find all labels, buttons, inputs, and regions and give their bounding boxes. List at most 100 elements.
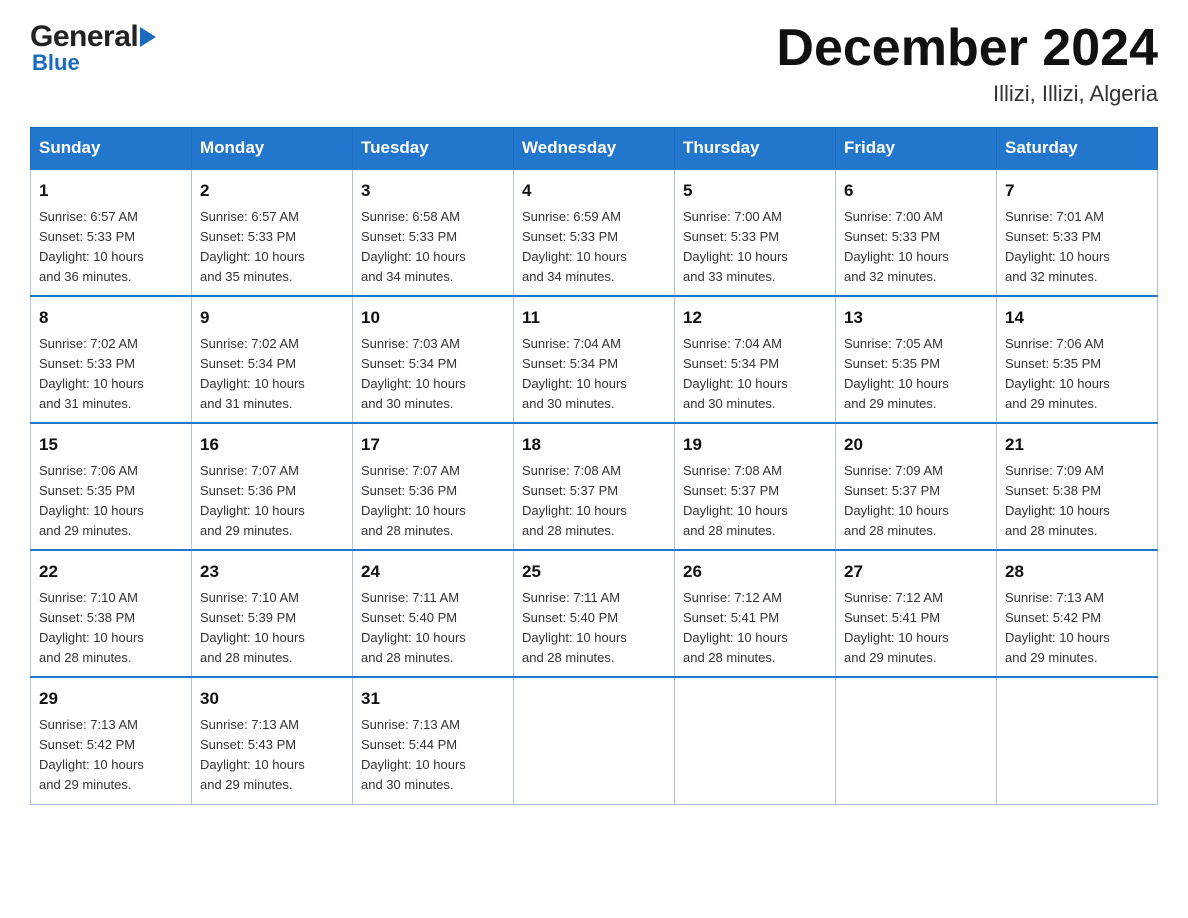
calendar-day-cell: 9 Sunrise: 7:02 AMSunset: 5:34 PMDaylight…	[192, 296, 353, 423]
calendar-day-cell: 29 Sunrise: 7:13 AMSunset: 5:42 PMDayligh…	[31, 677, 192, 804]
day-number: 24	[361, 559, 505, 585]
empty-cell	[514, 677, 675, 804]
location-title: Illizi, Illizi, Algeria	[776, 81, 1158, 107]
day-number: 29	[39, 686, 183, 712]
calendar-day-cell: 3 Sunrise: 6:58 AMSunset: 5:33 PMDaylight…	[353, 169, 514, 296]
day-number: 27	[844, 559, 988, 585]
day-number: 3	[361, 178, 505, 204]
day-number: 6	[844, 178, 988, 204]
day-number: 8	[39, 305, 183, 331]
day-info: Sunrise: 6:59 AMSunset: 5:33 PMDaylight:…	[522, 207, 666, 288]
calendar-week-row: 1 Sunrise: 6:57 AMSunset: 5:33 PMDaylight…	[31, 169, 1158, 296]
calendar-week-row: 22 Sunrise: 7:10 AMSunset: 5:38 PMDayligh…	[31, 550, 1158, 677]
day-number: 28	[1005, 559, 1149, 585]
calendar-day-cell: 26 Sunrise: 7:12 AMSunset: 5:41 PMDayligh…	[675, 550, 836, 677]
day-number: 26	[683, 559, 827, 585]
day-info: Sunrise: 7:06 AMSunset: 5:35 PMDaylight:…	[1005, 334, 1149, 415]
day-info: Sunrise: 6:58 AMSunset: 5:33 PMDaylight:…	[361, 207, 505, 288]
column-header-sunday: Sunday	[31, 128, 192, 170]
logo: General Blue	[30, 20, 158, 76]
day-info: Sunrise: 7:10 AMSunset: 5:38 PMDaylight:…	[39, 588, 183, 669]
calendar-day-cell: 25Sunrise: 7:11 AMSunset: 5:40 PMDayligh…	[514, 550, 675, 677]
calendar-week-row: 29 Sunrise: 7:13 AMSunset: 5:42 PMDayligh…	[31, 677, 1158, 804]
day-info: Sunrise: 7:04 AMSunset: 5:34 PMDaylight:…	[522, 334, 666, 415]
calendar-day-cell: 2 Sunrise: 6:57 AMSunset: 5:33 PMDaylight…	[192, 169, 353, 296]
day-info: Sunrise: 7:12 AMSunset: 5:41 PMDaylight:…	[844, 588, 988, 669]
logo-blue-text: Blue	[32, 50, 80, 76]
column-header-wednesday: Wednesday	[514, 128, 675, 170]
calendar-day-cell: 18 Sunrise: 7:08 AMSunset: 5:37 PMDayligh…	[514, 423, 675, 550]
calendar-day-cell: 22 Sunrise: 7:10 AMSunset: 5:38 PMDayligh…	[31, 550, 192, 677]
calendar-day-cell: 30Sunrise: 7:13 AMSunset: 5:43 PMDayligh…	[192, 677, 353, 804]
day-info: Sunrise: 6:57 AMSunset: 5:33 PMDaylight:…	[39, 207, 183, 288]
day-number: 18	[522, 432, 666, 458]
page-header: General Blue December 2024 Illizi, Illiz…	[30, 20, 1158, 107]
calendar-day-cell: 19 Sunrise: 7:08 AMSunset: 5:37 PMDayligh…	[675, 423, 836, 550]
day-number: 1	[39, 178, 183, 204]
column-header-monday: Monday	[192, 128, 353, 170]
calendar-day-cell: 6 Sunrise: 7:00 AMSunset: 5:33 PMDaylight…	[836, 169, 997, 296]
column-header-tuesday: Tuesday	[353, 128, 514, 170]
calendar-day-cell: 7 Sunrise: 7:01 AMSunset: 5:33 PMDaylight…	[997, 169, 1158, 296]
day-info: Sunrise: 7:08 AMSunset: 5:37 PMDaylight:…	[522, 461, 666, 542]
day-number: 21	[1005, 432, 1149, 458]
calendar-day-cell: 16 Sunrise: 7:07 AMSunset: 5:36 PMDayligh…	[192, 423, 353, 550]
day-number: 9	[200, 305, 344, 331]
calendar-day-cell: 24 Sunrise: 7:11 AMSunset: 5:40 PMDayligh…	[353, 550, 514, 677]
day-info: Sunrise: 7:02 AMSunset: 5:34 PMDaylight:…	[200, 334, 344, 415]
calendar-table: SundayMondayTuesdayWednesdayThursdayFrid…	[30, 127, 1158, 804]
calendar-day-cell: 1 Sunrise: 6:57 AMSunset: 5:33 PMDaylight…	[31, 169, 192, 296]
day-info: Sunrise: 7:00 AMSunset: 5:33 PMDaylight:…	[683, 207, 827, 288]
calendar-day-cell: 27 Sunrise: 7:12 AMSunset: 5:41 PMDayligh…	[836, 550, 997, 677]
logo-general-text: General	[30, 20, 138, 54]
day-number: 22	[39, 559, 183, 585]
day-info: Sunrise: 6:57 AMSunset: 5:33 PMDaylight:…	[200, 207, 344, 288]
empty-cell	[836, 677, 997, 804]
day-number: 12	[683, 305, 827, 331]
day-number: 13	[844, 305, 988, 331]
day-info: Sunrise: 7:09 AMSunset: 5:38 PMDaylight:…	[1005, 461, 1149, 542]
day-info: Sunrise: 7:12 AMSunset: 5:41 PMDaylight:…	[683, 588, 827, 669]
day-info: Sunrise: 7:09 AMSunset: 5:37 PMDaylight:…	[844, 461, 988, 542]
calendar-day-cell: 14 Sunrise: 7:06 AMSunset: 5:35 PMDayligh…	[997, 296, 1158, 423]
day-info: Sunrise: 7:04 AMSunset: 5:34 PMDaylight:…	[683, 334, 827, 415]
day-number: 11	[522, 305, 666, 331]
calendar-week-row: 15Sunrise: 7:06 AMSunset: 5:35 PMDayligh…	[31, 423, 1158, 550]
day-number: 17	[361, 432, 505, 458]
calendar-day-cell: 17 Sunrise: 7:07 AMSunset: 5:36 PMDayligh…	[353, 423, 514, 550]
day-info: Sunrise: 7:08 AMSunset: 5:37 PMDaylight:…	[683, 461, 827, 542]
column-header-thursday: Thursday	[675, 128, 836, 170]
day-number: 19	[683, 432, 827, 458]
day-number: 5	[683, 178, 827, 204]
day-info: Sunrise: 7:07 AMSunset: 5:36 PMDaylight:…	[361, 461, 505, 542]
day-number: 30	[200, 686, 344, 712]
day-number: 2	[200, 178, 344, 204]
empty-cell	[675, 677, 836, 804]
month-title: December 2024	[776, 20, 1158, 77]
column-header-saturday: Saturday	[997, 128, 1158, 170]
day-info: Sunrise: 7:05 AMSunset: 5:35 PMDaylight:…	[844, 334, 988, 415]
logo-line1: General	[30, 20, 158, 54]
day-info: Sunrise: 7:11 AMSunset: 5:40 PMDaylight:…	[361, 588, 505, 669]
day-info: Sunrise: 7:11 AMSunset: 5:40 PMDaylight:…	[522, 588, 666, 669]
day-number: 23	[200, 559, 344, 585]
day-number: 16	[200, 432, 344, 458]
day-info: Sunrise: 7:02 AMSunset: 5:33 PMDaylight:…	[39, 334, 183, 415]
day-info: Sunrise: 7:07 AMSunset: 5:36 PMDaylight:…	[200, 461, 344, 542]
calendar-day-cell: 12 Sunrise: 7:04 AMSunset: 5:34 PMDayligh…	[675, 296, 836, 423]
day-info: Sunrise: 7:10 AMSunset: 5:39 PMDaylight:…	[200, 588, 344, 669]
column-header-friday: Friday	[836, 128, 997, 170]
calendar-day-cell: 10Sunrise: 7:03 AMSunset: 5:34 PMDayligh…	[353, 296, 514, 423]
day-number: 7	[1005, 178, 1149, 204]
day-info: Sunrise: 7:00 AMSunset: 5:33 PMDaylight:…	[844, 207, 988, 288]
calendar-day-cell: 4Sunrise: 6:59 AMSunset: 5:33 PMDaylight…	[514, 169, 675, 296]
logo-triangle-icon	[140, 27, 156, 47]
day-info: Sunrise: 7:03 AMSunset: 5:34 PMDaylight:…	[361, 334, 505, 415]
day-info: Sunrise: 7:13 AMSunset: 5:42 PMDaylight:…	[39, 715, 183, 796]
calendar-day-cell: 5 Sunrise: 7:00 AMSunset: 5:33 PMDaylight…	[675, 169, 836, 296]
calendar-day-cell: 11 Sunrise: 7:04 AMSunset: 5:34 PMDayligh…	[514, 296, 675, 423]
calendar-header-row: SundayMondayTuesdayWednesdayThursdayFrid…	[31, 128, 1158, 170]
day-info: Sunrise: 7:01 AMSunset: 5:33 PMDaylight:…	[1005, 207, 1149, 288]
calendar-day-cell: 15Sunrise: 7:06 AMSunset: 5:35 PMDayligh…	[31, 423, 192, 550]
day-number: 14	[1005, 305, 1149, 331]
